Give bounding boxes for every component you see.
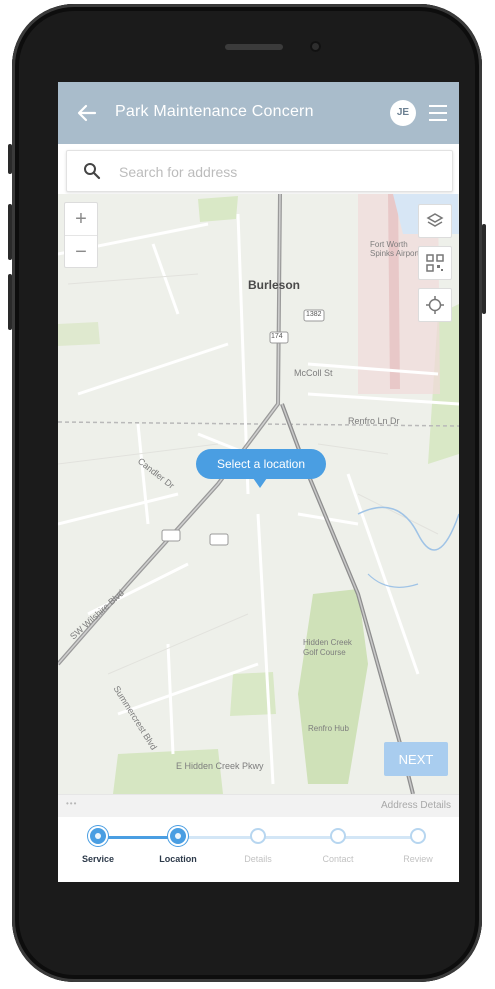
user-avatar[interactable]: JE [390,100,416,126]
volume-up-button [8,204,12,260]
stepper-line-remaining [178,836,418,839]
search-box [66,150,453,192]
magnifier-icon [84,163,101,180]
address-details-bar[interactable]: ••• Address Details [58,794,459,817]
zoom-in-button[interactable]: + [65,203,97,235]
power-button [482,224,486,314]
park-area-top [198,196,238,222]
map-label-golf-course: Hidden Creek Golf Course [303,638,352,657]
map-label-mccoll: McColl St [294,368,333,378]
drag-handle[interactable]: ••• [66,799,77,808]
phone-speaker [225,44,283,50]
step-location[interactable]: Location [148,820,208,864]
highway-shield-174-lower [161,529,181,542]
zoom-control: + − [64,202,98,268]
progress-stepper: Service Location Details Contact Review [58,820,459,882]
step-label: Review [403,854,433,864]
step-label: Location [159,854,197,864]
app-bar: Park Maintenance Concern JE [58,82,459,144]
map-label-renfro-hub: Renfro Hub [308,724,349,733]
phone-camera [310,41,321,52]
search-input[interactable] [117,159,441,185]
crosshair-locate-icon [426,296,444,314]
step-dot [250,828,266,844]
map-label-city: Burleson [248,278,301,292]
volume-down-button [8,274,12,330]
layers-icon [426,213,444,227]
map-label-highway-1382: 1382 [306,311,322,318]
address-details-link[interactable]: Address Details [381,800,451,811]
app-screen: Park Maintenance Concern JE Search for a… [58,82,459,882]
step-review[interactable]: Review [388,820,448,864]
step-details[interactable]: Details [228,820,288,864]
highway-shield-731 [209,533,229,546]
layers-button[interactable] [418,204,452,238]
step-dot [170,828,186,844]
step-contact[interactable]: Contact [308,820,368,864]
step-label: Contact [322,854,354,864]
park-area-left [58,322,100,346]
arrow-left-icon[interactable] [76,102,98,124]
map-view[interactable]: Burleson McColl St Renfro Ln Dr Fort Wor… [58,194,459,794]
hamburger-menu-icon[interactable] [429,105,447,121]
step-label: Service [81,854,115,864]
step-dot [330,828,346,844]
runway [388,194,400,389]
map-label-hidden-creek-pkwy: E Hidden Creek Pkwy [176,761,264,771]
callout-pointer [253,478,267,488]
qr-scan-button[interactable] [418,246,452,280]
step-dot [90,828,106,844]
map-label-renfro: Renfro Ln Dr [348,416,400,426]
step-service[interactable]: Service [68,820,128,864]
locate-button[interactable] [418,288,452,322]
page-title: Park Maintenance Concern [115,103,314,120]
qr-code-icon [426,254,444,272]
next-button[interactable]: NEXT [384,742,448,776]
park-area-bottom [113,749,223,794]
map-label-highway-174: 174 [271,333,283,340]
select-location-callout: Select a location [196,449,326,479]
step-label: Details [244,854,272,864]
golf-course-area [298,589,368,784]
step-dot [410,828,426,844]
mute-switch [8,144,12,174]
zoom-out-button[interactable]: − [65,236,97,268]
